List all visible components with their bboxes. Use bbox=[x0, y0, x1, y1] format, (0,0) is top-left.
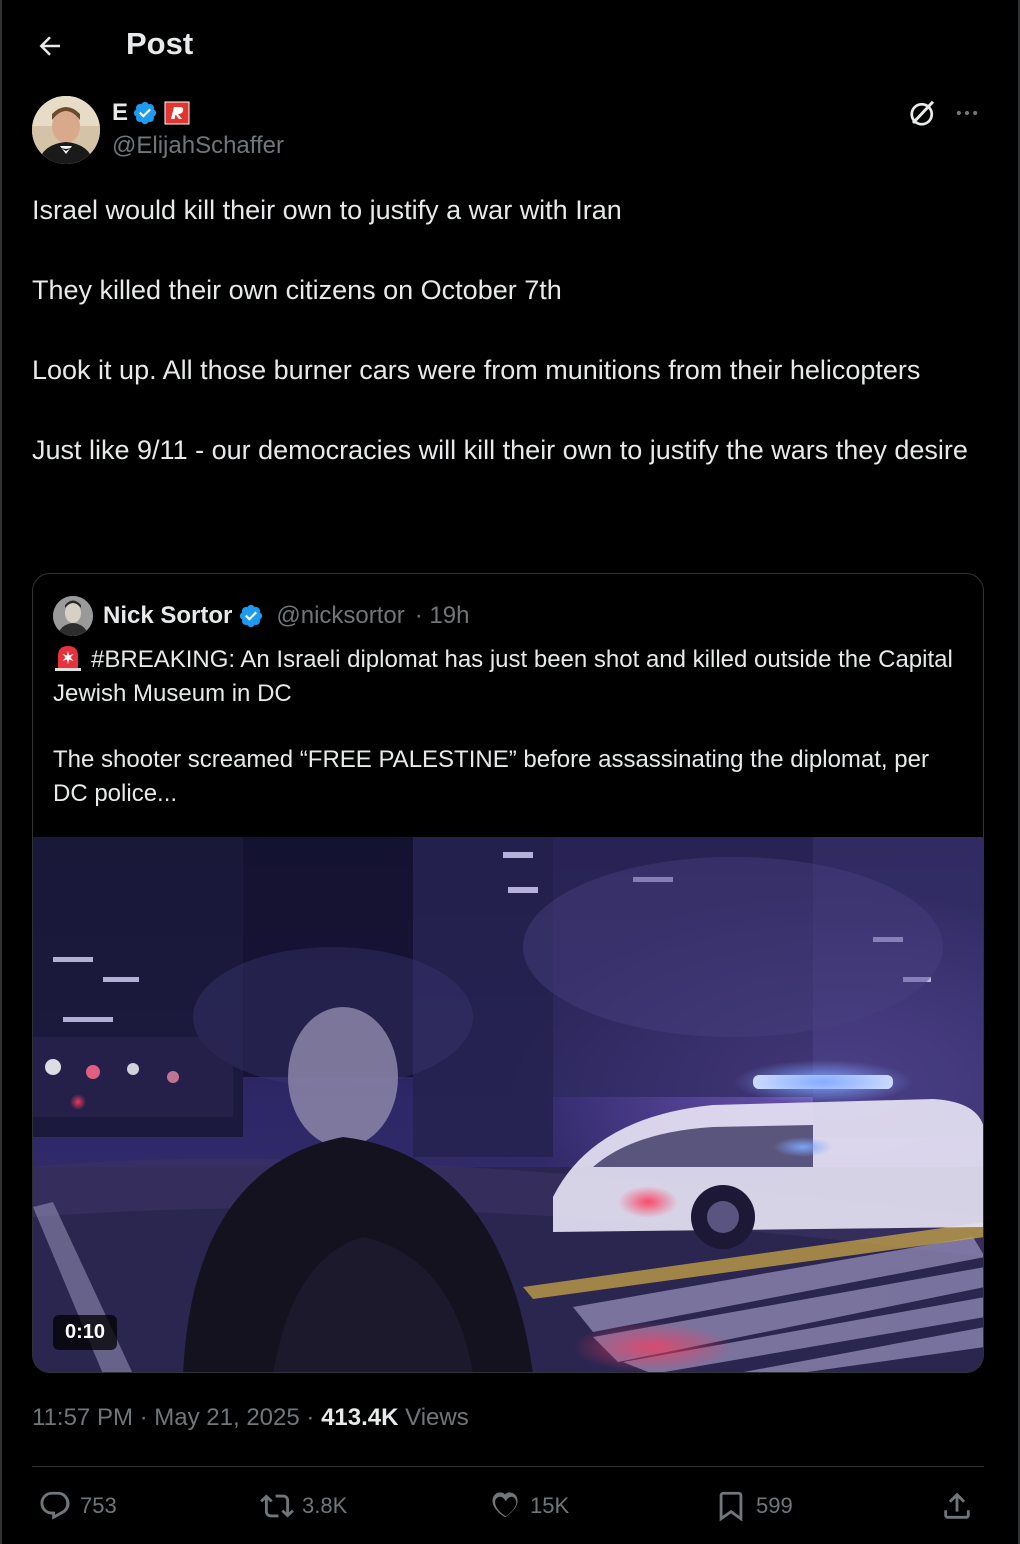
post-time[interactable]: 11:57 PM bbox=[32, 1404, 133, 1431]
quoted-paragraph: #BREAKING: An Israeli diplomat has just … bbox=[53, 642, 963, 711]
post-paragraph: They killed their own citizens on Octobe… bbox=[32, 275, 562, 305]
affiliate-badge-icon[interactable] bbox=[164, 101, 190, 125]
verified-badge-icon[interactable] bbox=[132, 100, 158, 126]
post-text: Israel would kill their own to justify a… bbox=[32, 190, 992, 470]
author-name[interactable]: E bbox=[112, 99, 128, 127]
bookmark-button[interactable]: 599 bbox=[714, 1480, 793, 1532]
like-button[interactable]: 15K bbox=[488, 1480, 569, 1532]
reply-button[interactable]: 753 bbox=[38, 1480, 117, 1532]
separator-dot: · bbox=[139, 1404, 155, 1431]
reply-count: 753 bbox=[80, 1493, 117, 1518]
action-bar: 753 3.8K 15K 599 bbox=[32, 1480, 984, 1532]
quoted-post-header: Nick Sortor @nicksortor · 19h bbox=[53, 596, 469, 636]
quoted-text-line: #BREAKING: An Israeli diplomat has just … bbox=[53, 646, 953, 707]
post-paragraph: Israel would kill their own to justify a… bbox=[32, 195, 622, 225]
quoted-paragraph: The shooter screamed “FREE PALESTINE” be… bbox=[53, 746, 929, 807]
back-button[interactable] bbox=[30, 26, 70, 66]
more-options-icon[interactable] bbox=[950, 96, 984, 130]
views-count: 413.4K bbox=[321, 1404, 399, 1431]
repost-count: 3.8K bbox=[302, 1493, 348, 1518]
views-label: Views bbox=[405, 1404, 469, 1431]
post-paragraph: Just like 9/11 - our democracies will ki… bbox=[32, 435, 968, 465]
repost-button[interactable]: 3.8K bbox=[260, 1480, 347, 1532]
video-thumbnail bbox=[33, 837, 983, 1372]
share-icon bbox=[944, 1492, 970, 1519]
post-meta: 11:57 PM · May 21, 2025 · 413.4K Views bbox=[32, 1404, 469, 1432]
verified-badge-icon[interactable] bbox=[238, 603, 264, 629]
page-title: Post bbox=[126, 26, 194, 61]
reply-icon bbox=[40, 1491, 70, 1520]
bookmark-icon bbox=[719, 1491, 743, 1522]
quoted-post-text: #BREAKING: An Israeli diplomat has just … bbox=[53, 642, 963, 811]
divider bbox=[32, 1466, 984, 1467]
video-duration: 0:10 bbox=[53, 1315, 118, 1350]
author-handle[interactable]: @ElijahSchaffer bbox=[112, 132, 284, 160]
repost-icon bbox=[260, 1494, 294, 1518]
quoted-author-handle[interactable]: @nicksortor bbox=[276, 602, 404, 630]
share-button[interactable] bbox=[940, 1480, 974, 1532]
like-count: 15K bbox=[530, 1493, 570, 1518]
video-player[interactable]: 0:10 bbox=[33, 837, 983, 1372]
top-bar: Post bbox=[2, 0, 1020, 90]
post-paragraph: Look it up. All those burner cars were f… bbox=[32, 355, 921, 385]
quoted-author-name[interactable]: Nick Sortor bbox=[103, 602, 232, 630]
heart-icon bbox=[492, 1492, 518, 1518]
post-page: Post E @ElijahSchaffer Israel would kill… bbox=[0, 0, 1020, 1544]
author-avatar[interactable] bbox=[32, 96, 100, 164]
arrow-left-icon bbox=[39, 36, 60, 56]
author-name-row: E bbox=[112, 98, 190, 128]
grok-icon[interactable] bbox=[906, 96, 940, 130]
separator-dot: · bbox=[306, 1404, 322, 1431]
rotating-light-icon bbox=[53, 642, 83, 672]
quoted-author-avatar[interactable] bbox=[53, 596, 93, 636]
quoted-post[interactable]: Nick Sortor @nicksortor · 19h #BREAKING:… bbox=[32, 573, 984, 1373]
quoted-post-time[interactable]: · 19h bbox=[415, 602, 470, 630]
post-date[interactable]: May 21, 2025 bbox=[154, 1404, 299, 1431]
bookmark-count: 599 bbox=[756, 1493, 793, 1518]
